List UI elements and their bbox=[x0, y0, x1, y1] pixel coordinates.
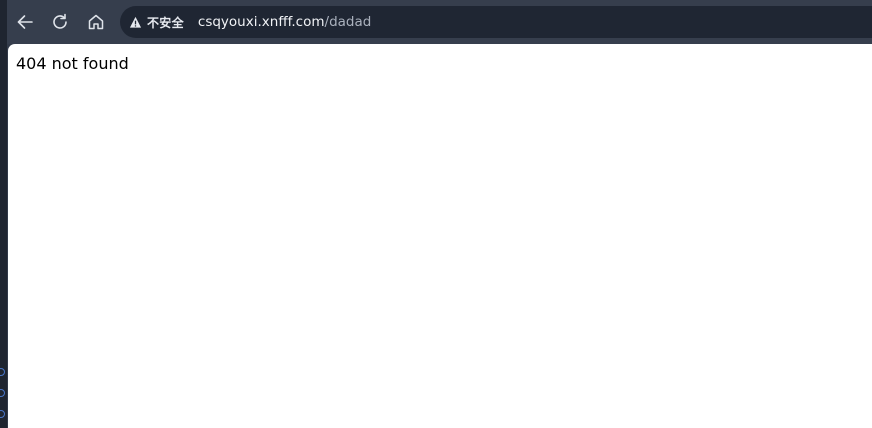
back-button[interactable] bbox=[10, 7, 40, 37]
browser-toolbar: 不安全 csqyouxi.xnfff.com/dadad bbox=[7, 0, 872, 44]
reload-icon bbox=[53, 13, 67, 29]
warning-triangle-icon bbox=[128, 15, 142, 29]
home-icon bbox=[88, 14, 104, 30]
background-window-dot bbox=[0, 368, 5, 376]
background-window-edge bbox=[0, 0, 7, 428]
url-text[interactable]: csqyouxi.xnfff.com/dadad bbox=[198, 14, 371, 30]
arrow-left-icon bbox=[17, 15, 33, 29]
url-host: csqyouxi.xnfff.com bbox=[197, 14, 325, 30]
error-message: 404 not found bbox=[16, 54, 129, 73]
url-path: /dadad bbox=[324, 14, 372, 30]
site-security-chip[interactable]: 不安全 bbox=[128, 10, 192, 34]
security-status-label: 不安全 bbox=[147, 15, 184, 30]
page-content: 404 not found bbox=[8, 44, 872, 428]
browser-window: 不安全 csqyouxi.xnfff.com/dadad 404 not fou… bbox=[0, 0, 872, 428]
reload-button[interactable] bbox=[45, 7, 75, 37]
home-button[interactable] bbox=[81, 7, 111, 37]
background-window-dot bbox=[0, 389, 5, 397]
address-bar[interactable]: 不安全 csqyouxi.xnfff.com/dadad bbox=[120, 6, 872, 38]
background-window-dot bbox=[0, 410, 5, 418]
